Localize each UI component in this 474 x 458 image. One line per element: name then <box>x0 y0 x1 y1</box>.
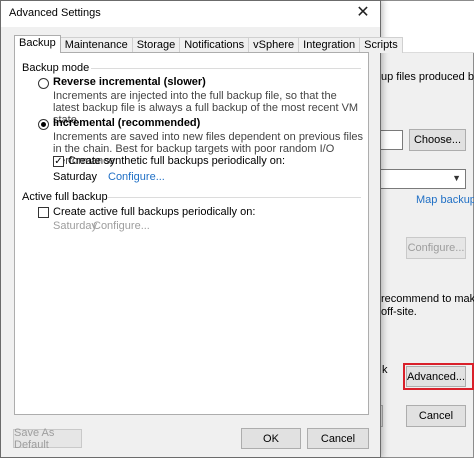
dialog-titlebar: Advanced Settings ✕ <box>1 1 380 27</box>
active-full-checkbox[interactable] <box>38 207 49 218</box>
retention-configure-button[interactable]: Configure... <box>406 237 466 259</box>
tab-backup[interactable]: Backup <box>14 35 61 53</box>
map-backup-link[interactable]: Map backup <box>416 194 474 206</box>
recommendation-text-fragment: recommend to make <box>381 293 474 305</box>
wizard-cancel-button[interactable]: Cancel <box>406 405 466 427</box>
synthetic-full-label[interactable]: Create synthetic full backups periodical… <box>68 155 285 167</box>
incremental-radio[interactable] <box>38 119 49 130</box>
incremental-title[interactable]: Incremental (recommended) <box>53 117 200 129</box>
group-divider <box>107 197 361 198</box>
tab-vsphere[interactable]: vSphere <box>248 37 300 53</box>
backup-mode-group-label: Backup mode <box>22 62 90 74</box>
cancel-button[interactable]: Cancel <box>307 428 369 449</box>
active-full-configure-link[interactable]: Configure... <box>93 220 150 232</box>
settings-tabs: Backup Maintenance Storage Notifications… <box>14 35 403 53</box>
advanced-button-highlight <box>403 363 474 390</box>
synthetic-full-checkbox[interactable]: ✓ <box>53 156 64 167</box>
reverse-incremental-radio[interactable] <box>38 78 49 89</box>
tab-maintenance[interactable]: Maintenance <box>59 37 133 53</box>
storage-description-fragment: up files produced by <box>381 71 474 83</box>
synthetic-configure-link[interactable]: Configure... <box>108 171 165 183</box>
ok-button[interactable]: OK <box>241 428 301 449</box>
chevron-down-icon: ▼ <box>452 173 461 183</box>
active-full-day: Saturday <box>53 220 98 232</box>
synthetic-full-day: Saturday <box>53 171 98 183</box>
close-icon[interactable]: ✕ <box>350 3 376 23</box>
dialog-title: Advanced Settings <box>9 7 101 19</box>
active-full-label[interactable]: Create active full backups periodically … <box>53 206 255 218</box>
backup-repository-field[interactable] <box>379 130 403 150</box>
group-divider <box>91 68 361 69</box>
active-full-group-label: Active full backup <box>22 191 108 203</box>
advanced-settings-dialog: Advanced Settings ✕ Backup Maintenance S… <box>0 0 403 458</box>
tab-notifications[interactable]: Notifications <box>179 37 250 53</box>
backup-tab-panel: Backup mode Reverse incremental (slower)… <box>14 52 369 415</box>
offsite-text-fragment: off-site. <box>381 306 417 318</box>
checkmark-icon: ✓ <box>54 156 63 167</box>
text-fragment: k <box>382 364 388 376</box>
tab-scripts[interactable]: Scripts <box>359 37 403 53</box>
repository-dropdown[interactable]: ▼ <box>379 169 466 189</box>
tab-storage[interactable]: Storage <box>131 37 181 53</box>
choose-button[interactable]: Choose... <box>409 129 466 151</box>
save-as-default-button[interactable]: Save As Default <box>13 427 82 451</box>
reverse-incremental-title[interactable]: Reverse incremental (slower) <box>53 76 206 88</box>
tab-integration[interactable]: Integration <box>298 37 361 53</box>
